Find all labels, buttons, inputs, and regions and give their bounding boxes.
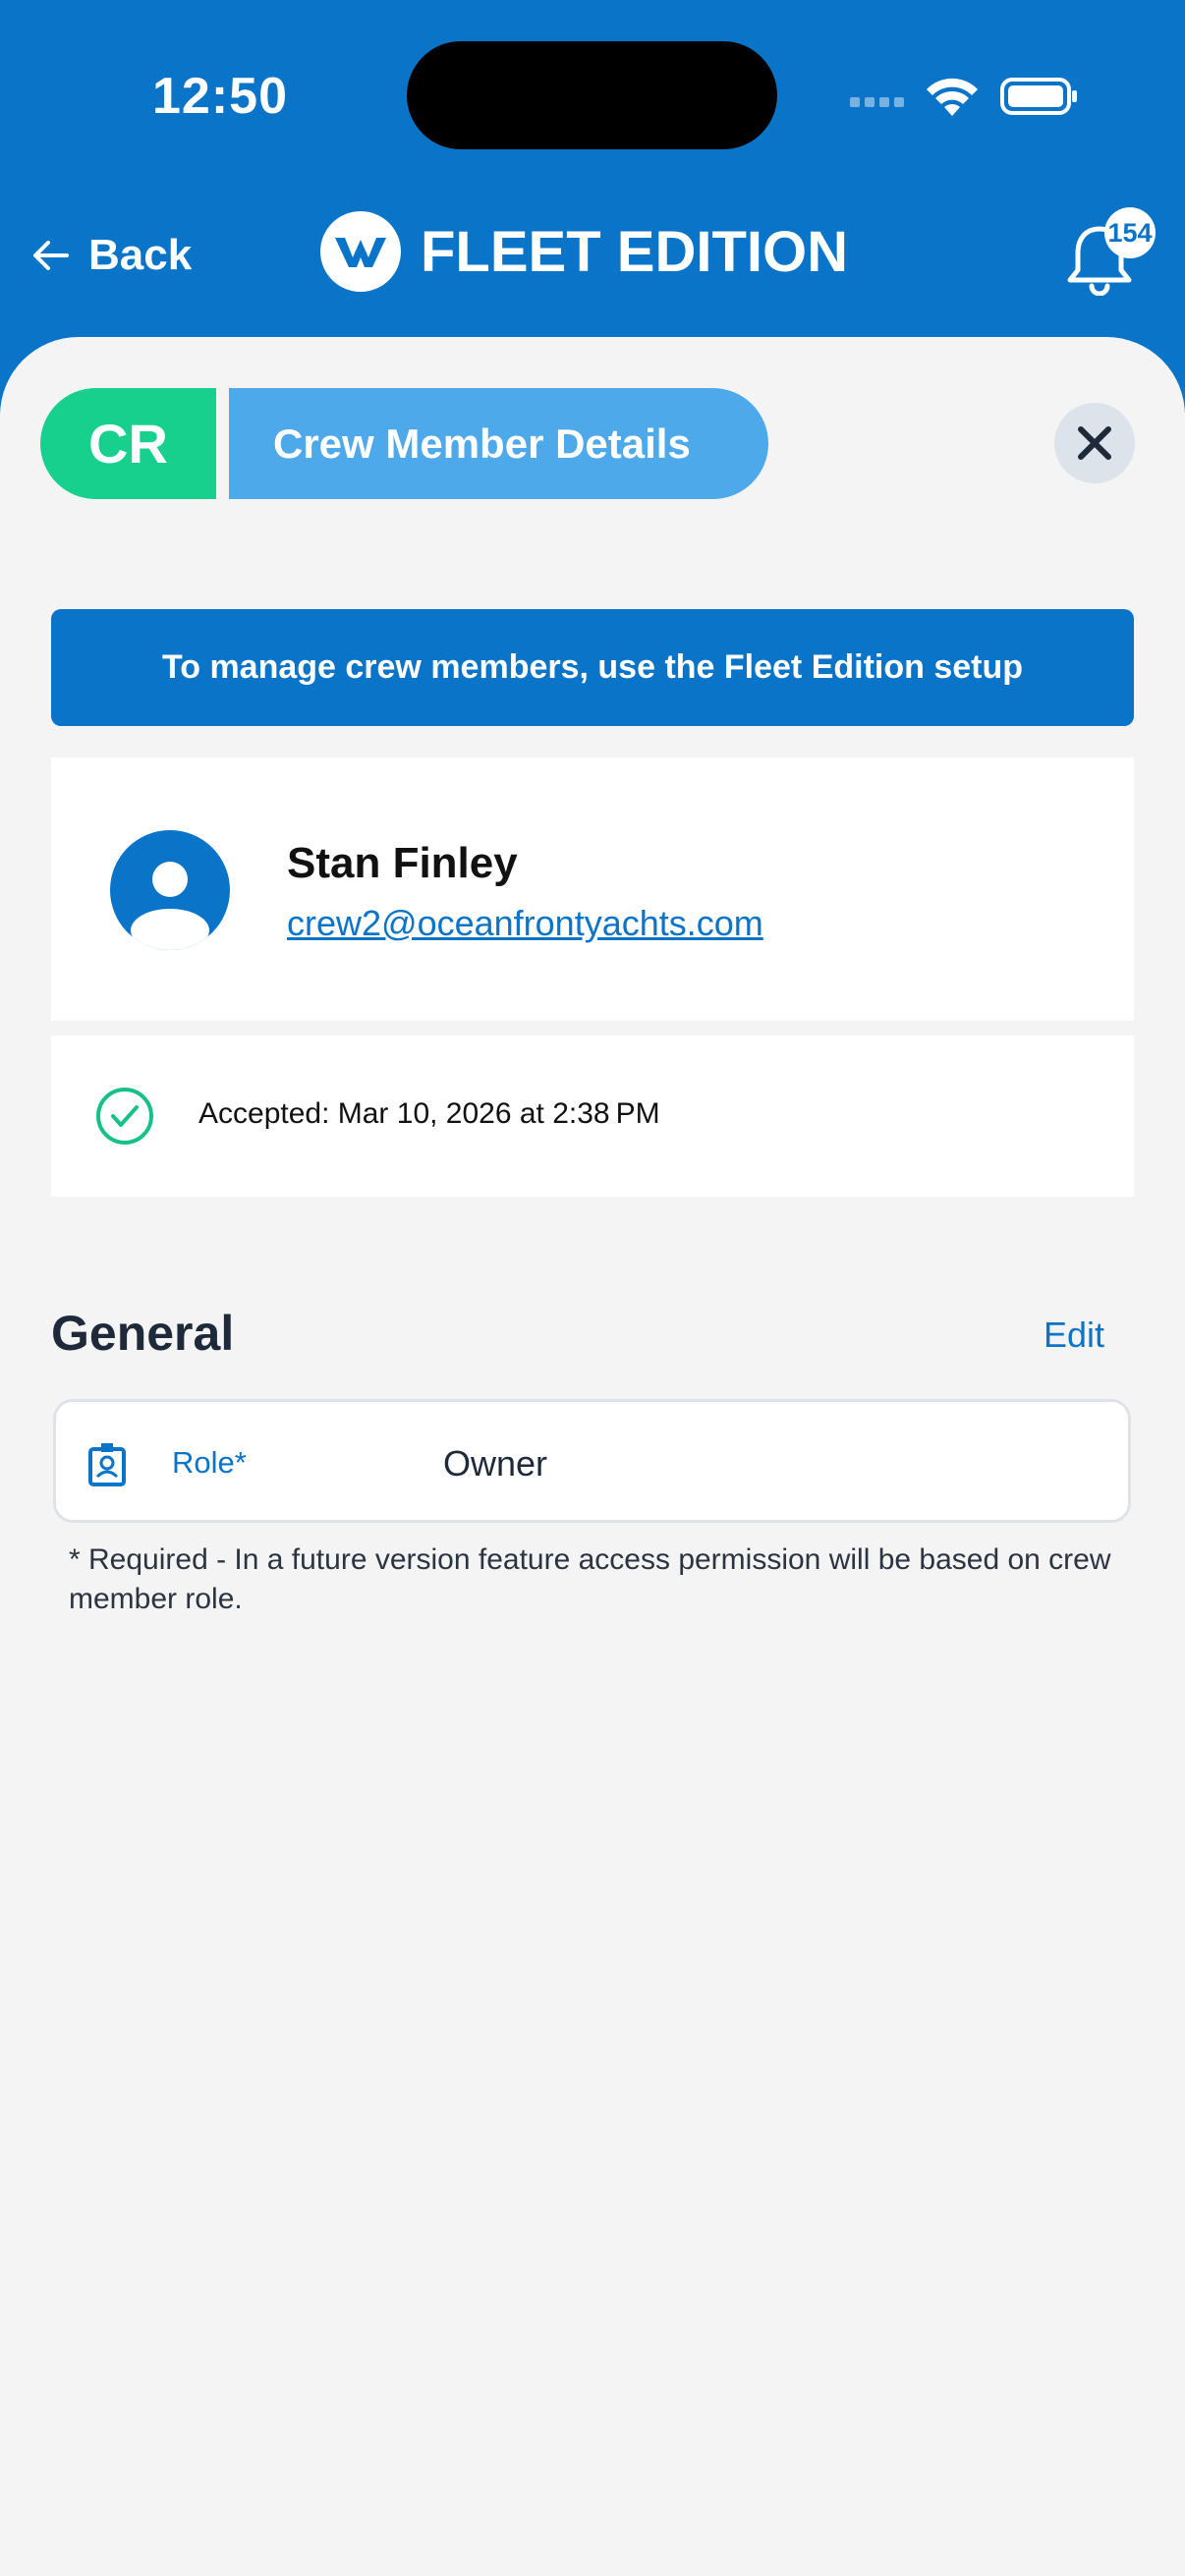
brand-logo-icon bbox=[320, 211, 401, 292]
status-text: Accepted: Mar 10, 2026 at 2:38 PM bbox=[198, 1097, 660, 1130]
user-name: Stan Finley bbox=[287, 839, 518, 887]
edit-button[interactable]: Edit bbox=[1044, 1315, 1104, 1356]
status-card: Accepted: Mar 10, 2026 at 2:38 PM bbox=[51, 1036, 1134, 1197]
role-value: Owner bbox=[443, 1443, 548, 1484]
page-title: Crew Member Details bbox=[229, 388, 768, 499]
info-banner: To manage crew members, use the Fleet Ed… bbox=[51, 609, 1134, 726]
brand: FLEET EDITION bbox=[320, 211, 848, 292]
role-label: Role* bbox=[172, 1445, 247, 1480]
dynamic-island bbox=[407, 41, 777, 149]
battery-icon bbox=[1000, 78, 1077, 115]
back-label: Back bbox=[88, 231, 193, 279]
close-icon bbox=[1078, 426, 1111, 460]
notification-badge: 154 bbox=[1104, 207, 1156, 258]
back-button[interactable]: Back bbox=[29, 231, 192, 280]
cellular-signal-icon bbox=[850, 94, 909, 110]
section-title-general: General bbox=[51, 1306, 235, 1361]
check-circle-icon bbox=[96, 1088, 153, 1145]
user-card: Stan Finley crew2@oceanfrontyachts.com bbox=[51, 757, 1134, 1021]
role-field[interactable]: Role* Owner bbox=[53, 1399, 1131, 1523]
arrow-left-icon bbox=[33, 241, 69, 270]
close-button[interactable] bbox=[1054, 403, 1135, 483]
avatar-icon bbox=[110, 830, 230, 950]
status-time: 12:50 bbox=[152, 68, 288, 125]
wifi-icon bbox=[927, 78, 978, 116]
required-note: * Required - In a future version feature… bbox=[69, 1543, 1111, 1615]
id-badge-icon bbox=[88, 1443, 126, 1486]
brand-name: FLEET EDITION bbox=[421, 219, 848, 284]
section-badge: CR bbox=[40, 388, 216, 499]
user-email-link[interactable]: crew2@oceanfrontyachts.com bbox=[287, 903, 763, 944]
